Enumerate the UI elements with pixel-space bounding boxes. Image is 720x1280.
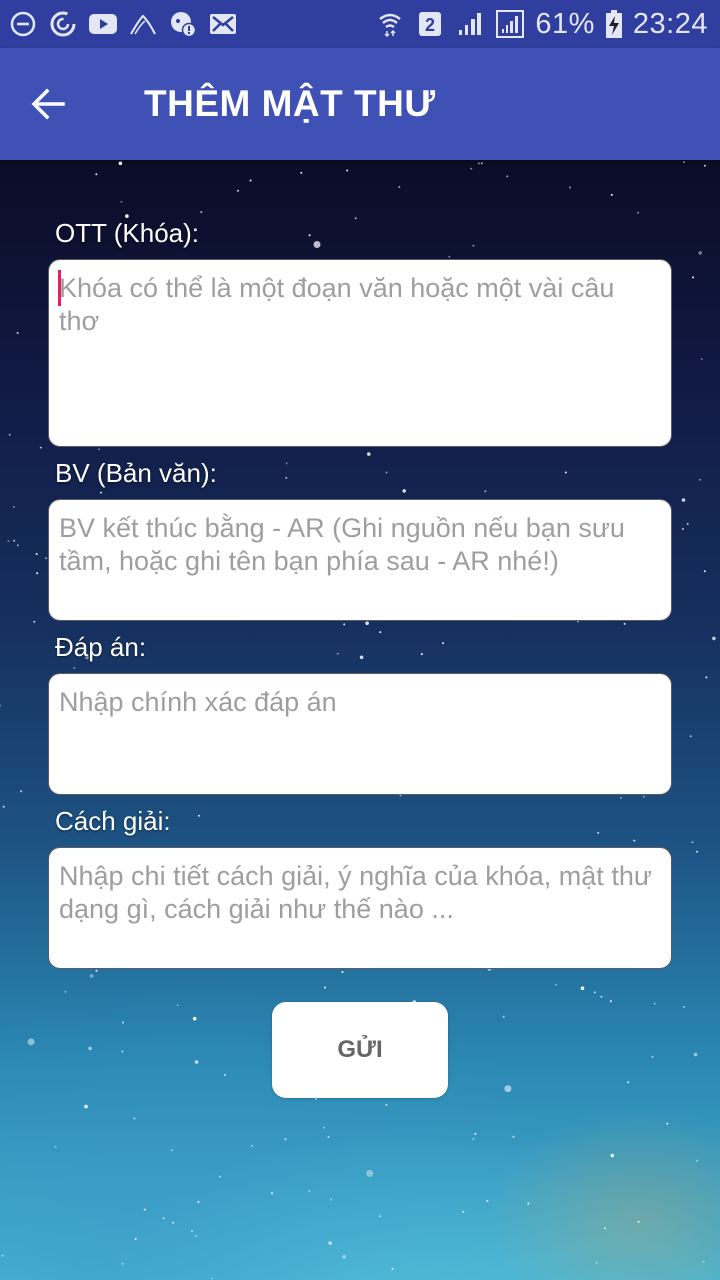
solution-field-container (48, 847, 672, 969)
arrow-back-icon (31, 88, 65, 120)
submit-button[interactable]: GỬI (272, 1002, 448, 1098)
app-notification-icon (128, 9, 158, 39)
key-field-container (48, 259, 672, 447)
data-saver-alert-icon (168, 9, 198, 39)
back-button[interactable] (0, 48, 96, 160)
plaintext-label: BV (Bản văn): (55, 458, 217, 488)
plaintext-input[interactable] (59, 512, 661, 608)
mail-icon (208, 9, 238, 39)
sync-icon (48, 9, 78, 39)
signal-secondary-icon (495, 9, 525, 39)
solution-label: Cách giải: (55, 806, 171, 836)
solution-input[interactable] (59, 860, 661, 956)
answer-field-container (48, 673, 672, 795)
battery-charging-icon (605, 9, 623, 39)
battery-percent: 61% (535, 7, 595, 40)
do-not-disturb-icon (8, 9, 38, 39)
app-bar: THÊM MẬT THƯ (0, 48, 720, 160)
status-bar: 2 61% 23:24 (0, 0, 720, 48)
text-cursor (58, 270, 61, 306)
answer-label: Đáp án: (55, 632, 147, 662)
clock-time: 23:24 (632, 7, 708, 40)
svg-text:2: 2 (425, 15, 435, 35)
youtube-icon (88, 9, 118, 39)
signal-icon (455, 9, 485, 39)
answer-input[interactable] (59, 686, 661, 782)
page-title: THÊM MẬT THƯ (144, 83, 436, 124)
plaintext-field-container (48, 499, 672, 621)
key-label: OTT (Khóa): (55, 218, 200, 248)
wifi-icon (375, 9, 405, 39)
sim-slot-icon: 2 (415, 9, 445, 39)
key-input[interactable] (59, 272, 661, 434)
